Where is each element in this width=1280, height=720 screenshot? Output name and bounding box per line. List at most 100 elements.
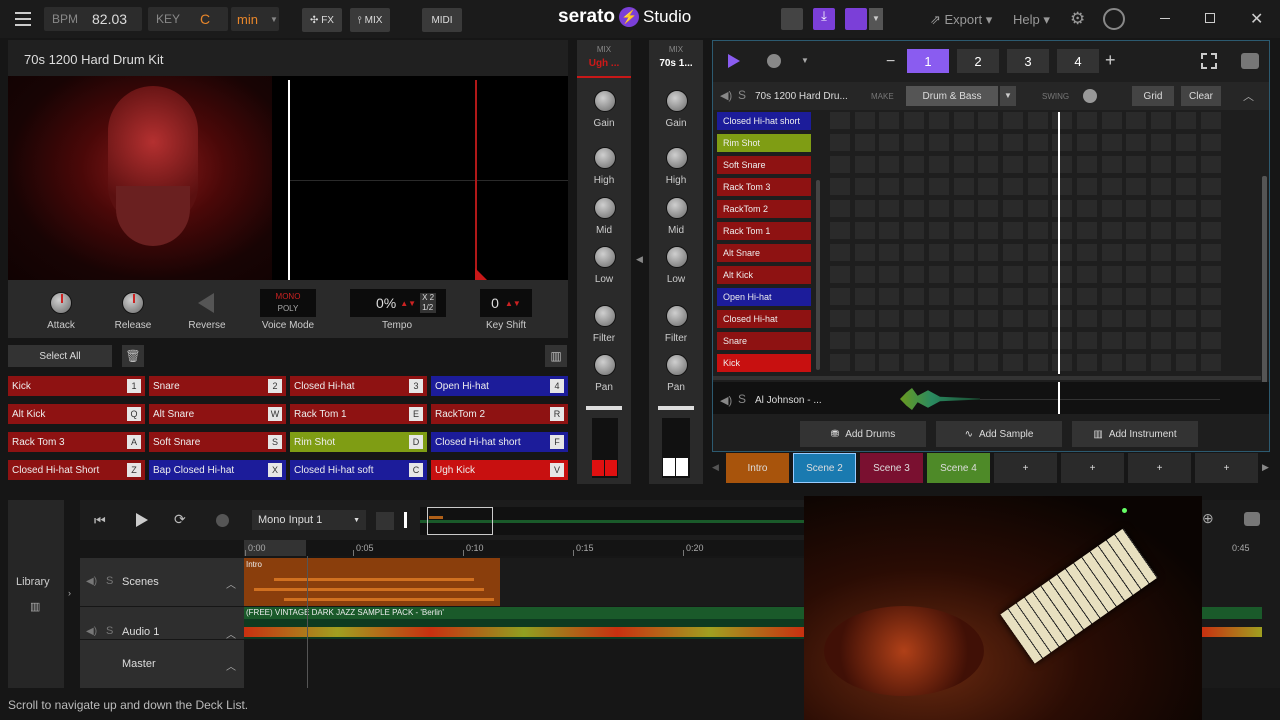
step-cell[interactable] <box>879 134 900 151</box>
step-cell[interactable] <box>854 310 875 327</box>
midi-button[interactable]: MIDI <box>422 8 462 32</box>
step-cell[interactable] <box>1002 112 1023 129</box>
trash-icon[interactable]: 🗑 <box>122 345 144 367</box>
step-cell[interactable] <box>1052 112 1073 129</box>
sample-speaker-icon[interactable]: ◀) <box>720 394 732 407</box>
step-cell[interactable] <box>854 354 875 371</box>
export-button[interactable]: ⇗ Export ▾ <box>930 12 992 28</box>
step-cell[interactable] <box>1175 310 1196 327</box>
minus-icon[interactable]: − <box>886 53 895 71</box>
step-cell[interactable] <box>1027 134 1048 151</box>
step-cell[interactable] <box>978 112 999 129</box>
pad[interactable]: Closed Hi-hat soft C <box>290 460 427 480</box>
account-icon[interactable] <box>1103 8 1125 30</box>
row-scrollbar[interactable] <box>816 180 820 370</box>
step-cell[interactable] <box>1126 288 1147 305</box>
seq-row-label[interactable]: Alt Snare <box>717 244 811 262</box>
seq-row-label[interactable]: Rack Tom 1 <box>717 222 811 240</box>
step-cell[interactable] <box>1126 200 1147 217</box>
step-cell[interactable] <box>978 156 999 173</box>
step-cell[interactable] <box>879 156 900 173</box>
intro-clip[interactable]: Intro <box>244 558 500 606</box>
step-cell[interactable] <box>879 112 900 129</box>
step-cell[interactable] <box>1126 244 1147 261</box>
attack-knob[interactable] <box>50 292 72 314</box>
step-cell[interactable] <box>953 310 974 327</box>
step-cell[interactable] <box>830 112 850 129</box>
step-cell[interactable] <box>1027 222 1048 239</box>
pad[interactable]: Open Hi-hat 4 <box>431 376 568 396</box>
swing-knob[interactable] <box>1083 89 1097 103</box>
seq-row-label[interactable]: Open Hi-hat <box>717 288 811 306</box>
step-cell[interactable] <box>879 244 900 261</box>
step-cell[interactable] <box>854 222 875 239</box>
step-cell[interactable] <box>854 134 875 151</box>
pad[interactable]: Soft Snare S <box>149 432 286 452</box>
seq-row-label[interactable]: Snare <box>717 332 811 350</box>
step-cell[interactable] <box>928 112 949 129</box>
step-cell[interactable] <box>953 200 974 217</box>
step-cell[interactable] <box>1027 200 1048 217</box>
step-cell[interactable] <box>830 354 850 371</box>
voice-mode-toggle[interactable]: MONO POLY <box>260 289 316 317</box>
step-cell[interactable] <box>928 354 949 371</box>
step-cell[interactable] <box>854 112 875 129</box>
step-cell[interactable] <box>854 178 875 195</box>
step-cell[interactable] <box>1002 332 1023 349</box>
add-pattern-icon[interactable]: + <box>1105 50 1116 71</box>
step-cell[interactable] <box>830 134 850 151</box>
step-cell[interactable] <box>1101 288 1122 305</box>
step-cell[interactable] <box>1175 332 1196 349</box>
scene-5-button[interactable]: + <box>994 453 1057 483</box>
step-cell[interactable] <box>1175 288 1196 305</box>
ch2-filter-knob[interactable] <box>666 305 688 327</box>
key-field[interactable]: KEY C <box>148 7 228 31</box>
step-cell[interactable] <box>1175 354 1196 371</box>
shield-icon[interactable] <box>845 8 867 30</box>
step-cell[interactable] <box>953 332 974 349</box>
step-cell[interactable] <box>953 156 974 173</box>
scene-2-button[interactable]: Scene 2 <box>793 453 856 483</box>
scene-1-button[interactable]: Intro <box>726 453 789 483</box>
step-cell[interactable] <box>1101 354 1122 371</box>
step-cell[interactable] <box>1002 244 1023 261</box>
scene-4-button[interactable]: Scene 4 <box>927 453 990 483</box>
step-cell[interactable] <box>854 244 875 261</box>
record-icon[interactable] <box>767 54 781 68</box>
step-cell[interactable] <box>953 222 974 239</box>
step-cell[interactable] <box>1126 354 1147 371</box>
step-cell[interactable] <box>928 332 949 349</box>
step-cell[interactable] <box>1126 332 1147 349</box>
step-cell[interactable] <box>1052 178 1073 195</box>
step-cell[interactable] <box>879 354 900 371</box>
step-cell[interactable] <box>978 288 999 305</box>
step-cell[interactable] <box>904 178 925 195</box>
step-cell[interactable] <box>879 178 900 195</box>
step-cell[interactable] <box>928 310 949 327</box>
step-cell[interactable] <box>1200 200 1221 217</box>
step-cell[interactable] <box>1151 200 1172 217</box>
step-cell[interactable] <box>1151 244 1172 261</box>
step-cell[interactable] <box>904 200 925 217</box>
step-cell[interactable] <box>1077 178 1097 195</box>
pad[interactable]: Rack Tom 3 A <box>8 432 145 452</box>
step-cell[interactable] <box>1077 266 1097 283</box>
select-all-button[interactable]: Select All <box>8 345 112 367</box>
step-cell[interactable] <box>1101 178 1122 195</box>
step-cell[interactable] <box>1200 244 1221 261</box>
expand-icon[interactable]: › <box>68 588 71 598</box>
gear-icon[interactable]: ⚙ <box>1070 9 1085 29</box>
step-cell[interactable] <box>904 266 925 283</box>
grid-button[interactable]: Grid <box>1132 86 1174 106</box>
pad[interactable]: Ugh Kick V <box>431 460 568 480</box>
master-collapse-icon[interactable]: ︿ <box>226 658 236 673</box>
step-cell[interactable] <box>953 244 974 261</box>
step-cell[interactable] <box>1027 156 1048 173</box>
step-cell[interactable] <box>928 134 949 151</box>
step-cell[interactable] <box>830 266 850 283</box>
step-cell[interactable] <box>928 178 949 195</box>
step-cell[interactable] <box>1200 310 1221 327</box>
step-cell[interactable] <box>1175 156 1196 173</box>
add-sample-button[interactable]: ∿ Add Sample <box>936 421 1062 447</box>
genre-chevron-icon[interactable]: ▼ <box>1000 86 1016 106</box>
